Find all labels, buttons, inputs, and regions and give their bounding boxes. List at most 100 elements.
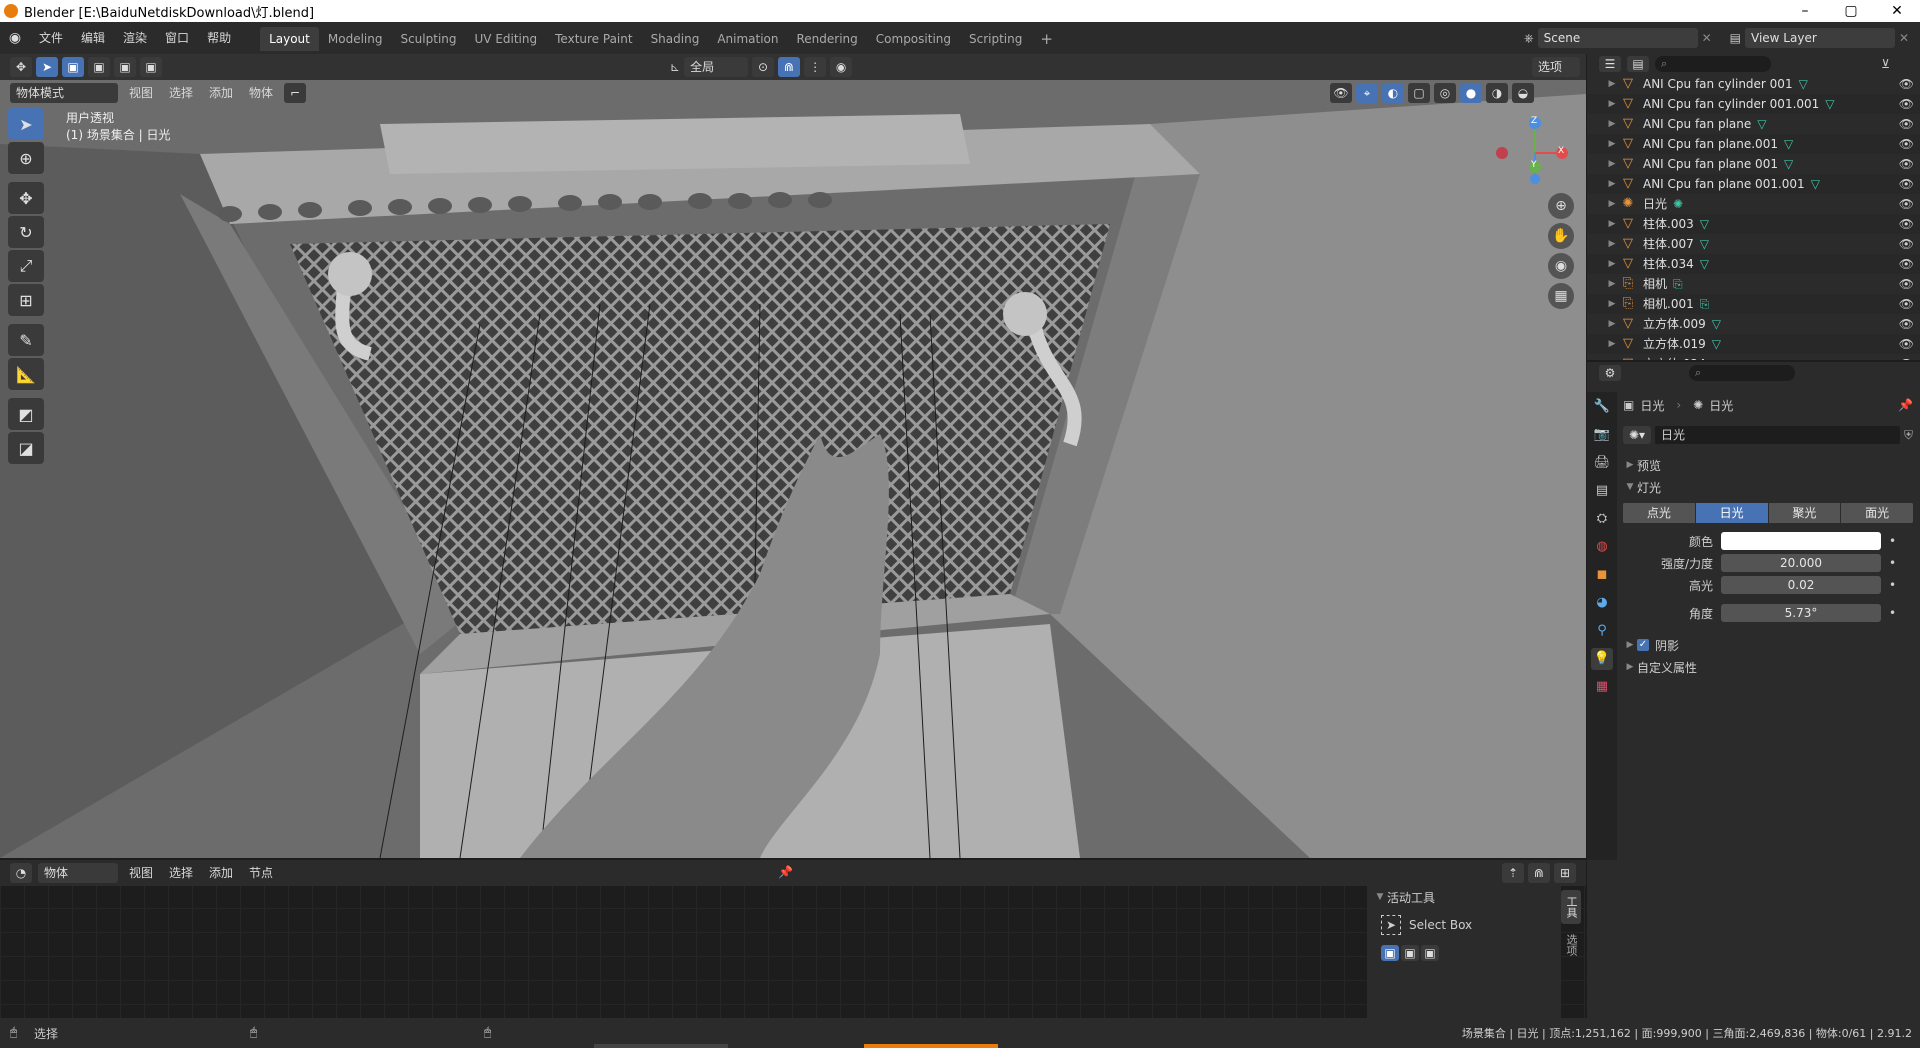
visibility-eye-icon[interactable]: 👁 [1899, 94, 1914, 114]
expand-arrow-icon[interactable]: ▶ [1605, 114, 1619, 134]
rendered-shading-icon[interactable]: ◒ [1512, 83, 1534, 103]
properties-search-input[interactable]: ⌕ [1689, 365, 1795, 381]
visibility-eye-icon[interactable]: 👁 [1899, 154, 1914, 174]
cursor-tool-icon[interactable]: ⊕ [8, 142, 44, 174]
select-box-tool-icon[interactable]: ➤ [8, 108, 44, 140]
mesh-data-icon[interactable]: ▽ [1757, 114, 1766, 134]
snap-icon[interactable]: ⋒ [778, 57, 801, 77]
scale-tool-icon[interactable]: ⤢ [8, 250, 44, 282]
node-menu-select[interactable]: 选择 [164, 863, 198, 883]
texture-tab-icon[interactable]: ▦ [1591, 676, 1613, 698]
mesh-data-icon[interactable]: ▽ [1784, 154, 1793, 174]
tab-animation[interactable]: Animation [708, 27, 787, 51]
visibility-eye-icon[interactable]: 👁 [1899, 174, 1914, 194]
visibility-eye-icon[interactable]: 👁 [1899, 134, 1914, 154]
wireframe-shading-icon[interactable]: ◎ [1434, 83, 1456, 103]
menu-help[interactable]: 帮助 [198, 22, 240, 54]
tab-scripting[interactable]: Scripting [960, 27, 1031, 51]
light-data-tab-icon[interactable]: 💡 [1591, 648, 1613, 670]
outliner-item[interactable]: ▶ ▽ 柱体.034 ▽ 👁 [1587, 254, 1920, 274]
visibility-eye-icon[interactable]: 👁 [1899, 234, 1914, 254]
constraints-tab-icon[interactable]: ⚲ [1591, 620, 1613, 642]
visibility-eye-icon[interactable]: 👁 [1899, 314, 1914, 334]
expand-arrow-icon[interactable]: ▶ [1605, 294, 1619, 314]
specular-field[interactable]: 0.02 [1721, 576, 1881, 594]
color-keyframe-icon[interactable]: • [1889, 534, 1896, 548]
menu-window[interactable]: 窗口 [156, 22, 198, 54]
node-select-extend-icon[interactable]: ▣ [1401, 945, 1419, 961]
strength-field[interactable]: 20.000 [1721, 554, 1881, 572]
mesh-data-icon[interactable]: ▽ [1700, 214, 1709, 234]
outliner-item[interactable]: ▶ ▽ ANI Cpu fan plane.001 ▽ 👁 [1587, 134, 1920, 154]
view-layer-tab-icon[interactable]: ▤ [1591, 480, 1613, 502]
outliner-editor-type-icon[interactable]: ☰ [1599, 56, 1621, 72]
output-tab-icon[interactable]: 🖨 [1591, 452, 1613, 474]
move-tool-icon[interactable]: ✥ [8, 182, 44, 214]
node-snap-icon[interactable]: ⋒ [1528, 863, 1550, 883]
mesh-data-icon[interactable]: ▽ [1712, 314, 1721, 334]
node-select-subtract-icon[interactable]: ▣ [1421, 945, 1439, 961]
add-workspace-button[interactable]: + [1031, 27, 1062, 51]
scene-close-icon[interactable]: ✕ [1702, 31, 1712, 45]
render-tab-icon[interactable]: 📷 [1591, 424, 1613, 446]
panel-custom-header[interactable]: ▶ 自定义属性 [1623, 656, 1913, 678]
scene-tab-icon[interactable]: ⛭ [1591, 508, 1613, 530]
mesh-data-icon[interactable]: ▽ [1784, 134, 1793, 154]
outliner-item[interactable]: ▶ ▽ ANI Cpu fan plane 001 ▽ 👁 [1587, 154, 1920, 174]
camera-data-icon[interactable]: ⎘ [1700, 294, 1710, 314]
light-data-icon[interactable]: ✺ [1673, 194, 1683, 214]
visibility-eye-icon[interactable]: 👁 [1899, 334, 1914, 354]
strength-keyframe-icon[interactable]: • [1889, 556, 1896, 570]
mesh-data-icon[interactable]: ▽ [1811, 174, 1820, 194]
physics-tab-icon[interactable]: ◕ [1591, 592, 1613, 614]
outliner-item[interactable]: ▶ ▽ 立方体.019 ▽ 👁 [1587, 334, 1920, 354]
expand-arrow-icon[interactable]: ▶ [1605, 274, 1619, 294]
outliner-item[interactable]: ▶ ▽ ANI Cpu fan cylinder 001 ▽ 👁 [1587, 74, 1920, 94]
sidebar-tab-options[interactable]: 选项 [1561, 928, 1581, 962]
visibility-eye-icon[interactable]: 👁 [1899, 254, 1914, 274]
tab-modeling[interactable]: Modeling [319, 27, 392, 51]
visibility-eye-icon[interactable]: 👁 [1899, 274, 1914, 294]
expand-arrow-icon[interactable]: ▶ [1605, 254, 1619, 274]
close-button[interactable]: ✕ [1874, 0, 1920, 22]
transform-tool-icon[interactable]: ⊞ [8, 284, 44, 316]
transform-affect-icon[interactable]: ⌐ [284, 83, 307, 103]
outliner-search-input[interactable]: ⌕ [1655, 56, 1771, 72]
world-tab-icon[interactable]: ◍ [1591, 536, 1613, 558]
tab-texture-paint[interactable]: Texture Paint [546, 27, 641, 51]
minimize-button[interactable]: – [1782, 0, 1828, 22]
outliner-item[interactable]: ▶ ⎘ 相机 ⎘ 👁 [1587, 274, 1920, 294]
measure-tool-icon[interactable]: 📐 [8, 358, 44, 390]
mesh-data-icon[interactable]: ▽ [1712, 334, 1721, 354]
outliner-item[interactable]: ▶ ⎘ 相机.001 ⎘ 👁 [1587, 294, 1920, 314]
expand-arrow-icon[interactable]: ▶ [1605, 214, 1619, 234]
3d-viewport[interactable] [0, 54, 1586, 858]
tab-compositing[interactable]: Compositing [867, 27, 960, 51]
view-layer-close-icon[interactable]: ✕ [1899, 31, 1909, 45]
specular-keyframe-icon[interactable]: • [1889, 578, 1896, 592]
active-tool-row[interactable]: ➤ Select Box [1367, 914, 1561, 936]
add-plane-tool-icon[interactable]: ◪ [8, 432, 44, 464]
node-select-new-icon[interactable]: ▣ [1381, 945, 1399, 961]
annotate-tool-icon[interactable]: ✎ [8, 324, 44, 356]
node-pin-icon[interactable]: 📌 [778, 865, 793, 879]
navigation-gizmo[interactable]: Z X Y [1490, 115, 1570, 185]
mesh-data-icon[interactable]: ▽ [1712, 354, 1721, 360]
visibility-eye-icon[interactable]: 👁 [1899, 114, 1914, 134]
tab-layout[interactable]: Layout [260, 27, 319, 51]
expand-arrow-icon[interactable]: ▶ [1605, 154, 1619, 174]
expand-arrow-icon[interactable]: ▶ [1605, 74, 1619, 94]
editor-type-icon[interactable]: ✥ [10, 57, 32, 77]
visibility-eye-icon[interactable]: 👁 [1899, 74, 1914, 94]
light-type-point[interactable]: 点光 [1623, 503, 1696, 523]
angle-field[interactable]: 5.73° [1721, 604, 1881, 622]
visibility-eye-icon[interactable]: 👁 [1899, 354, 1914, 360]
transform-orientation-dropdown[interactable]: 全局 [684, 57, 749, 77]
pivot-icon[interactable]: ⊙ [752, 57, 775, 77]
xray-icon[interactable]: ▢ [1408, 83, 1430, 103]
object-mode-dropdown[interactable]: 物体模式 [10, 83, 118, 103]
maximize-button[interactable]: ▢ [1828, 0, 1874, 22]
camera-view-icon[interactable]: ◉ [1548, 253, 1574, 279]
outliner-filter-icon[interactable]: ⊻ [1881, 57, 1890, 71]
viewport-menu-select[interactable]: 选择 [164, 83, 198, 103]
